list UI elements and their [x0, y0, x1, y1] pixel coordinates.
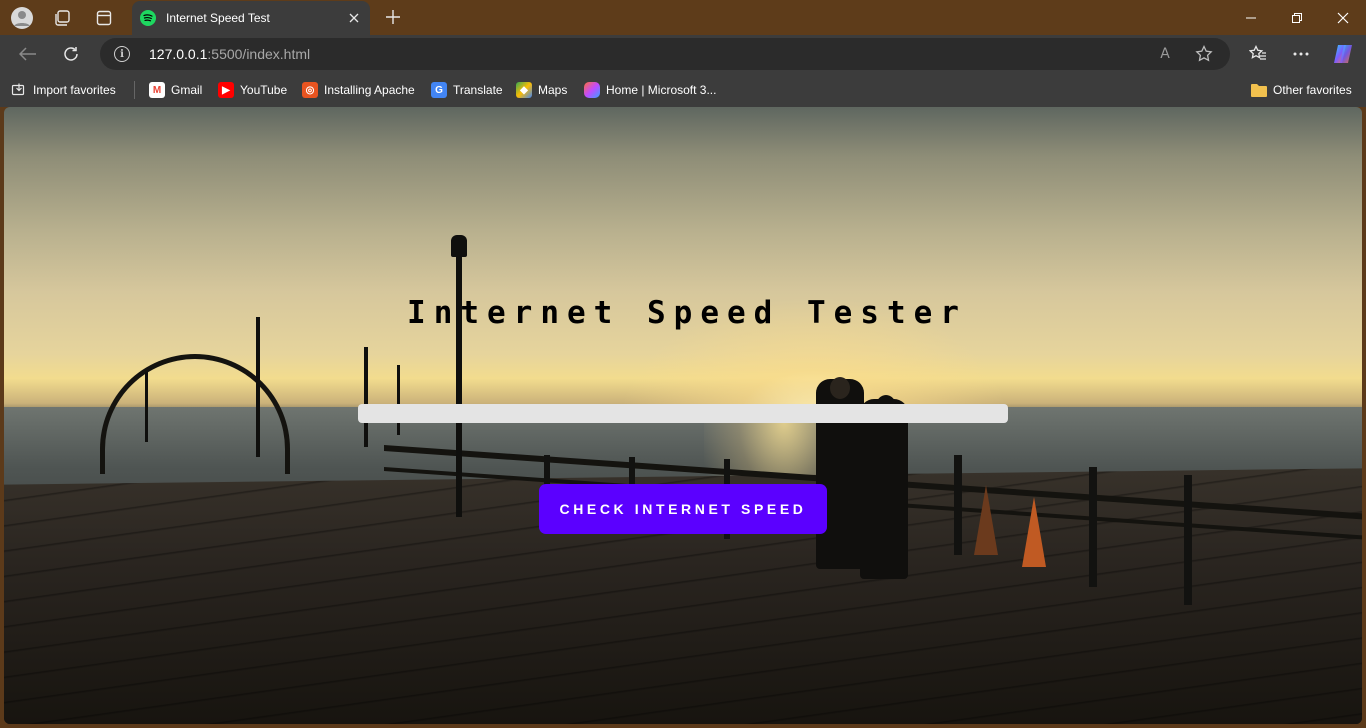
more-menu-icon[interactable]: [1286, 39, 1316, 69]
copilot-icon[interactable]: [1328, 39, 1358, 69]
back-button[interactable]: [13, 39, 43, 69]
vertical-tabs-icon[interactable]: [90, 4, 118, 32]
bookmark-label: Installing Apache: [324, 83, 415, 97]
bookmark-other-favorites[interactable]: Other favorites: [1251, 80, 1352, 100]
background-traffic-cone: [1022, 497, 1046, 567]
translate-icon: G: [431, 82, 447, 98]
background-lamp-post: [256, 317, 260, 457]
tab-close-icon[interactable]: [344, 8, 364, 28]
bookmark-youtube[interactable]: ▶ YouTube: [218, 80, 287, 100]
background-person-silhouette: [860, 399, 908, 579]
bookmark-label: Translate: [453, 83, 503, 97]
translate-glyph: G: [435, 84, 443, 96]
url-text[interactable]: 127.0.0.1:5500/index.html: [149, 46, 310, 62]
minimize-button[interactable]: [1228, 0, 1274, 35]
bookmark-import-favorites[interactable]: Import favorites: [11, 80, 116, 100]
gmail-icon: M: [149, 82, 165, 98]
read-aloud-glyph: A: [1160, 46, 1170, 62]
folder-icon: [1251, 82, 1267, 98]
browser-toolbar: i 127.0.0.1:5500/index.html A: [0, 35, 1366, 73]
other-favorites-label: Other favorites: [1273, 83, 1352, 97]
background-rail-post: [954, 455, 962, 555]
reload-button[interactable]: [56, 39, 86, 69]
background-rail-post: [1089, 467, 1097, 587]
bookmark-label: Home | Microsoft 3...: [606, 83, 717, 97]
bookmark-label: Gmail: [171, 83, 203, 97]
profile-avatar-icon[interactable]: [8, 4, 36, 32]
bookmark-label: YouTube: [240, 83, 288, 97]
bookmark-microsoft-365[interactable]: Home | Microsoft 3...: [584, 80, 716, 100]
background-traffic-cone: [974, 485, 998, 555]
import-icon: [11, 82, 27, 98]
close-window-button[interactable]: [1320, 0, 1366, 35]
bookmarks-bar: Import favorites M Gmail ▶ YouTube ◎ Ins…: [0, 73, 1366, 107]
background-lamp-post: [145, 372, 148, 442]
url-host: 127.0.0.1: [149, 46, 208, 62]
bookmark-maps[interactable]: ◆ Maps: [516, 80, 567, 100]
favorite-star-icon[interactable]: [1192, 42, 1216, 66]
maps-icon: ◆: [516, 82, 532, 98]
tab-strip: Internet Speed Test: [0, 0, 1366, 35]
background-lamp-post: [456, 237, 462, 517]
favorites-icon[interactable]: [1243, 39, 1273, 69]
site-info-icon[interactable]: i: [114, 46, 130, 62]
check-internet-speed-button[interactable]: CHECK INTERNET SPEED: [539, 484, 827, 534]
page-title: Internet Speed Tester: [407, 295, 967, 331]
url-path: :5500/index.html: [207, 46, 311, 62]
background-lamp-head: [451, 235, 467, 257]
background-lamp-post: [397, 365, 400, 435]
youtube-icon: ▶: [218, 82, 234, 98]
read-aloud-icon[interactable]: A: [1153, 42, 1177, 66]
restore-button[interactable]: [1274, 0, 1320, 35]
active-tab[interactable]: Internet Speed Test: [132, 1, 370, 35]
bookmark-label: Import favorites: [33, 83, 116, 97]
background-lamp-post: [364, 347, 368, 447]
address-bar[interactable]: i 127.0.0.1:5500/index.html A: [100, 38, 1230, 70]
bookmark-gmail[interactable]: M Gmail: [149, 80, 202, 100]
bookmark-label: Maps: [538, 83, 568, 97]
page-viewport: Internet Speed Tester CHECK INTERNET SPE…: [4, 107, 1362, 724]
workspaces-icon[interactable]: [48, 4, 76, 32]
ubuntu-icon: ◎: [302, 82, 318, 98]
bookmarks-divider: [134, 81, 135, 99]
spotify-icon: [140, 10, 156, 26]
background-pier-arch: [100, 354, 290, 474]
background-person-head: [830, 377, 850, 399]
new-tab-button[interactable]: [380, 4, 406, 30]
background-rail-post: [1184, 475, 1192, 605]
tab-title: Internet Speed Test: [166, 11, 270, 25]
bookmark-translate[interactable]: G Translate: [431, 80, 503, 100]
microsoft365-icon: [584, 82, 600, 98]
bookmark-installing-apache[interactable]: ◎ Installing Apache: [302, 80, 415, 100]
speed-progress-bar: [358, 404, 1008, 423]
